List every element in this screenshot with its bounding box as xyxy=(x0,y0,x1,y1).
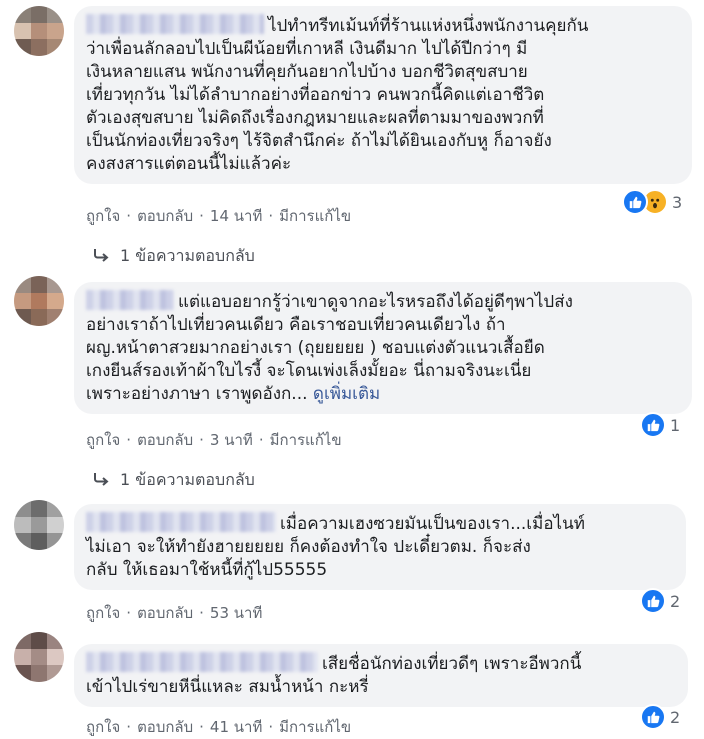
edited-label[interactable]: มีการแก้ไข xyxy=(279,207,351,225)
avatar[interactable] xyxy=(14,500,64,550)
reaction-summary[interactable]: 3 xyxy=(622,189,682,215)
comment-text-line: เมื่อความเฮงซวยมันเป็นของเรา...เมื่อไนท์ xyxy=(280,514,585,534)
comment-bubble: ไปทำทรีทเม้นท์ที่ร้านแห่งหนึ่งพนักงานคุย… xyxy=(74,6,692,184)
view-replies-link[interactable]: 1 ข้อความตอบกลับ xyxy=(92,244,255,269)
comment-bubble: เมื่อความเฮงซวยมันเป็นของเรา...เมื่อไนท์… xyxy=(74,504,686,590)
reply-arrow-icon xyxy=(92,471,110,490)
like-link[interactable]: ถูกใจ xyxy=(86,207,120,225)
edited-label[interactable]: มีการแก้ไข xyxy=(270,431,342,449)
reply-arrow-icon xyxy=(92,247,110,266)
comment-text-line: แต่แอบอยากรู้ว่าเขาดูจากอะไรหรอถึงได้อยู… xyxy=(178,292,573,312)
comment-bubble: เสียชื่อนักท่องเที่ยวดีๆ เพราะอีพวกนี้ เ… xyxy=(74,644,688,707)
comment-text-line: เที่ยวทุกวัน ไม่ได้ลำบากอย่างที่ออกข่าว … xyxy=(86,85,545,105)
replies-count-label: 1 ข้อความตอบกลับ xyxy=(120,470,255,489)
like-reaction-icon xyxy=(640,588,666,614)
reply-link[interactable]: ตอบกลับ xyxy=(137,431,193,449)
comment-text-line: ไปทำทรีทเม้นท์ที่ร้านแห่งหนึ่งพนักงานคุย… xyxy=(268,16,589,36)
reaction-summary[interactable]: 2 xyxy=(640,704,680,730)
like-link[interactable]: ถูกใจ xyxy=(86,604,120,622)
reply-link[interactable]: ตอบกลับ xyxy=(137,718,193,736)
comment-text-line: อย่างเราถ้าไปเที่ยวคนเดียว คือเราชอบเที่… xyxy=(86,315,506,335)
author-name[interactable] xyxy=(86,652,318,672)
comment-text-line: ไม่เอา จะให้ทำยังฮายยยยย ก็คงต้องทำใจ ปะ… xyxy=(86,537,531,557)
comment-text-line: เพราะอย่างภาษา เราพูดอังก... xyxy=(86,384,308,404)
comment-text-line: เกงยีนส์รองเท้าผ้าใบไรงี้ จะโดนเพ่งเล็งม… xyxy=(86,361,532,381)
timestamp[interactable]: 53 นาที xyxy=(210,604,262,622)
timestamp[interactable]: 14 นาที xyxy=(210,207,262,225)
reaction-count: 2 xyxy=(670,707,681,727)
like-reaction-icon xyxy=(640,704,666,730)
reaction-summary[interactable]: 1 xyxy=(640,412,680,438)
reaction-count: 1 xyxy=(670,415,681,435)
comment-text-line: เป็นนักท่องเที่ยวจริงๆ ไร้จิตสำนึกค่ะ ถ้… xyxy=(86,131,552,151)
like-link[interactable]: ถูกใจ xyxy=(86,718,120,736)
comment-actions: ถูกใจ · ตอบกลับ · 14 นาที · มีการแก้ไข xyxy=(86,207,352,225)
author-name[interactable] xyxy=(86,14,264,34)
comment-text-line: เงินหลายแสน พนักงานที่คุยกันอยากไปบ้าง บ… xyxy=(86,62,528,82)
comment-text-line: กลับ ให้เธอมาใช้หนี้ที่กู้ไป55555 xyxy=(86,560,328,580)
comment-text-line: คงสงสารแต่ตอนนี้ไม่แล้วค่ะ xyxy=(86,154,292,174)
comment-actions: ถูกใจ · ตอบกลับ · 3 นาที · มีการแก้ไข xyxy=(86,431,342,449)
comment-actions: ถูกใจ · ตอบกลับ · 41 นาที · มีการแก้ไข xyxy=(86,718,352,736)
reaction-count: 2 xyxy=(670,591,681,611)
reaction-summary[interactable]: 2 xyxy=(640,588,680,614)
like-reaction-icon xyxy=(640,412,666,438)
avatar[interactable] xyxy=(14,632,64,682)
reply-link[interactable]: ตอบกลับ xyxy=(137,207,193,225)
comment-actions: ถูกใจ · ตอบกลับ · 53 นาที xyxy=(86,604,263,622)
reaction-count: 3 xyxy=(672,192,683,212)
comment-bubble: แต่แอบอยากรู้ว่าเขาดูจากอะไรหรอถึงได้อยู… xyxy=(74,282,692,414)
timestamp[interactable]: 41 นาที xyxy=(210,718,262,736)
like-reaction-icon xyxy=(622,189,648,215)
author-name[interactable] xyxy=(86,290,174,310)
comment-text-line: ผญ.หน้าตาสวยมากอย่างเรา (ถุยยยยย ) ชอบแต… xyxy=(86,338,545,358)
comment-text-line: ตัวเองสุขสบาย ไม่คิดถึงเรื่องกฎหมายและผล… xyxy=(86,108,544,128)
like-link[interactable]: ถูกใจ xyxy=(86,431,120,449)
avatar[interactable] xyxy=(14,276,64,326)
view-replies-link[interactable]: 1 ข้อความตอบกลับ xyxy=(92,468,255,493)
reply-link[interactable]: ตอบกลับ xyxy=(137,604,193,622)
avatar[interactable] xyxy=(14,6,64,56)
timestamp[interactable]: 3 นาที xyxy=(210,431,253,449)
replies-count-label: 1 ข้อความตอบกลับ xyxy=(120,246,255,265)
author-name[interactable] xyxy=(86,512,276,532)
comment-text-line: ว่าเพื่อนลักลอบไปเป็นผีน้อยที่เกาหลี เงิ… xyxy=(86,39,528,59)
comment-text-line: เข้าไปเร่ขายหีนี่แหละ สมน้ำหน้า กะหรี่ xyxy=(86,677,369,697)
comment-text-line: เสียชื่อนักท่องเที่ยวดีๆ เพราะอีพวกนี้ xyxy=(322,654,582,674)
see-more-link[interactable]: ดูเพิ่มเติม xyxy=(313,384,380,404)
edited-label[interactable]: มีการแก้ไข xyxy=(279,718,351,736)
